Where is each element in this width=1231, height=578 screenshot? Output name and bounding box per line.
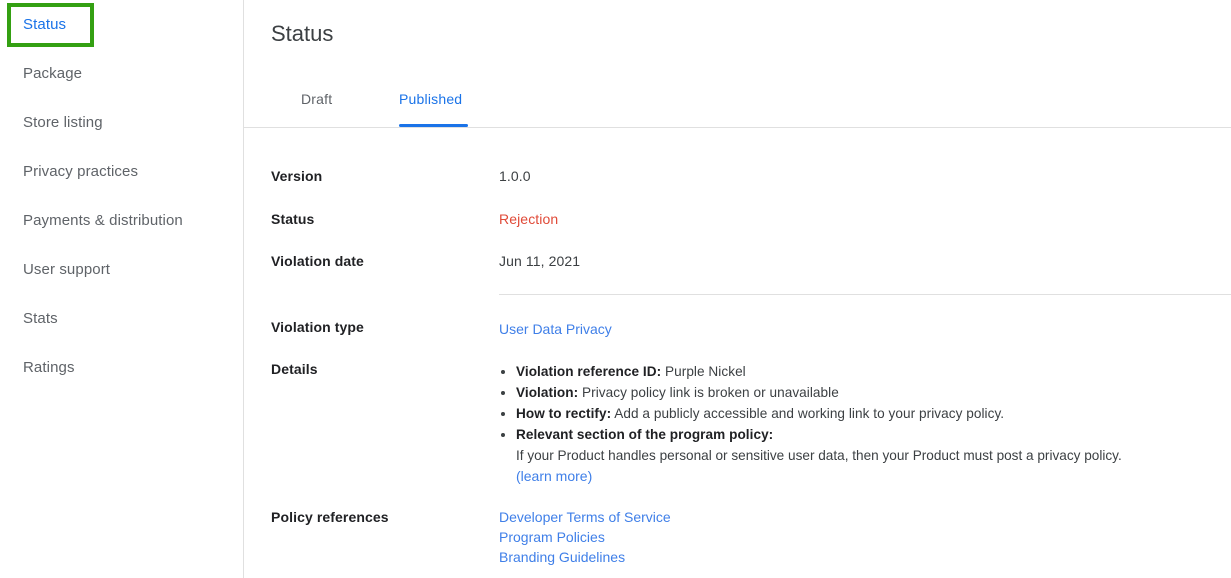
sidebar-item-label: Privacy practices <box>23 163 139 180</box>
policy-link-developer-terms[interactable]: Developer Terms of Service <box>499 507 671 527</box>
policy-link-program-policies[interactable]: Program Policies <box>499 527 671 547</box>
status-details-panel: Version 1.0.0 Status Rejection Violation… <box>244 128 1231 578</box>
sidebar: Status Package Store listing Privacy pra… <box>0 0 244 578</box>
row-value-violation-date: Jun 11, 2021 <box>499 253 581 269</box>
tab-draft[interactable]: Draft <box>301 84 332 128</box>
sidebar-item-label: Package <box>23 65 83 82</box>
main-content: Status Draft Published Version 1.0.0 Sta… <box>244 0 1231 578</box>
sidebar-item-label: Ratings <box>23 359 75 376</box>
list-item: Violation reference ID: Purple Nickel <box>499 361 1225 382</box>
sidebar-item-payments-distribution[interactable]: Payments & distribution <box>0 196 243 245</box>
learn-more-link[interactable]: (learn more) <box>516 468 592 484</box>
row-label-status: Status <box>271 211 315 227</box>
tab-bar: Draft Published <box>244 84 1231 128</box>
row-label-policy-references: Policy references <box>271 509 389 525</box>
row-label-version: Version <box>271 168 323 184</box>
bullet-term: Relevant section of the program policy: <box>516 427 774 442</box>
sidebar-item-package[interactable]: Package <box>0 49 243 98</box>
row-label-details: Details <box>271 361 318 377</box>
tab-label: Draft <box>301 91 333 107</box>
list-item: Violation: Privacy policy link is broken… <box>499 382 1225 403</box>
page-title: Status <box>271 21 334 46</box>
sidebar-item-label: Stats <box>23 310 58 327</box>
sidebar-item-label: Store listing <box>23 114 103 131</box>
sidebar-item-ratings[interactable]: Ratings <box>0 343 243 392</box>
learn-more-wrapper: (learn more) <box>499 466 1225 487</box>
sidebar-item-store-listing[interactable]: Store listing <box>0 98 243 147</box>
section-divider <box>499 294 1231 295</box>
row-value-version: 1.0.0 <box>499 168 531 184</box>
sidebar-item-stats[interactable]: Stats <box>0 294 243 343</box>
row-label-violation-date: Violation date <box>271 253 364 269</box>
sidebar-item-label: Payments & distribution <box>23 212 183 229</box>
violation-type-link[interactable]: User Data Privacy <box>499 319 612 339</box>
app-root: Status Package Store listing Privacy pra… <box>0 0 1231 578</box>
tab-published[interactable]: Published <box>399 84 462 128</box>
bullet-term: How to rectify: <box>516 406 612 421</box>
tab-label: Published <box>399 91 463 107</box>
policy-reference-links: Developer Terms of Service Program Polic… <box>499 507 671 567</box>
sidebar-item-label: User support <box>23 261 111 278</box>
policy-link-branding-guidelines[interactable]: Branding Guidelines <box>499 547 671 567</box>
bullet-term: Violation reference ID: <box>516 364 662 379</box>
row-label-violation-type: Violation type <box>271 319 364 335</box>
status-badge: Rejection <box>499 211 559 227</box>
sidebar-item-privacy-practices[interactable]: Privacy practices <box>0 147 243 196</box>
details-bullet-list: Violation reference ID: Purple Nickel Vi… <box>499 361 1225 487</box>
bullet-text: Add a publicly accessible and working li… <box>611 406 1005 421</box>
list-item: How to rectify: Add a publicly accessibl… <box>499 403 1225 424</box>
list-item: Relevant section of the program policy: <box>499 424 1225 445</box>
sidebar-item-label: Status <box>23 16 67 33</box>
bullet-term: Violation: <box>516 385 579 400</box>
sidebar-item-status[interactable]: Status <box>0 0 243 49</box>
bullet-text: Privacy policy link is broken or unavail… <box>578 385 839 400</box>
bullet-text: Purple Nickel <box>661 364 746 379</box>
sidebar-item-user-support[interactable]: User support <box>0 245 243 294</box>
program-policy-text: If your Product handles personal or sens… <box>516 448 1122 463</box>
active-tab-indicator <box>399 124 468 127</box>
